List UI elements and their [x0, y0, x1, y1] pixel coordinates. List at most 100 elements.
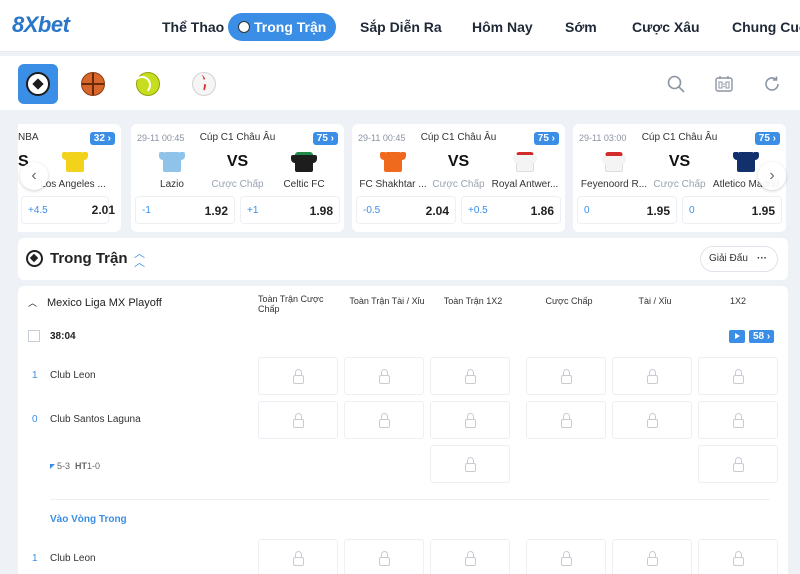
odds-button-home[interactable]: -0.5 2.04: [356, 196, 456, 224]
search-icon[interactable]: [666, 74, 686, 94]
tournament-filter-label: Giải Đấu: [709, 253, 748, 264]
match-card[interactable]: 29-11 00:45 Cúp C1 Châu Âu 75 › VS Lazio…: [131, 124, 344, 232]
collapse-chevron-icon[interactable]: ︿ ︿: [134, 249, 145, 269]
subsection-title: Vào Vòng Trong: [50, 514, 127, 525]
refresh-icon[interactable]: [762, 74, 782, 94]
team-kit-icon: [733, 152, 759, 172]
carousel-prev-button[interactable]: ‹: [20, 162, 48, 190]
nav-trong-tran[interactable]: Trong Trận: [228, 13, 337, 41]
nav-chung-cuoc[interactable]: Chung Cuộc: [732, 13, 800, 41]
card-away-team: Celtic FC: [283, 179, 325, 190]
scoreboard-icon[interactable]: [714, 74, 734, 94]
lock-icon: [561, 551, 572, 566]
column-header: Cược Chấp: [545, 296, 593, 306]
lock-icon: [733, 551, 744, 566]
carousel-next-button[interactable]: ›: [758, 162, 786, 190]
card-market-count[interactable]: 75 ›: [754, 132, 780, 145]
locked-odds-cell: [258, 357, 338, 395]
odds-button-home[interactable]: 0 1.95: [577, 196, 677, 224]
column-header: Tài / Xỉu: [638, 296, 672, 306]
card-market-count[interactable]: 75 ›: [312, 132, 338, 145]
sport-soccer-button[interactable]: [18, 64, 58, 104]
lock-icon: [647, 369, 658, 384]
sport-basketball-button[interactable]: [73, 64, 113, 104]
locked-odds-cell: [612, 539, 692, 574]
lock-icon: [561, 413, 572, 428]
lock-icon: [733, 457, 744, 472]
column-header: 1X2: [729, 296, 746, 306]
lock-icon: [379, 551, 390, 566]
card-league: NBA: [18, 132, 39, 143]
nav-cuoc-xau[interactable]: Cược Xâu: [632, 13, 700, 41]
card-market-count[interactable]: 75 ›: [533, 132, 559, 145]
locked-odds-cell: [258, 539, 338, 574]
team-score: 1: [32, 370, 38, 381]
lock-icon: [733, 413, 744, 428]
live-section-header: Trong Trận ︿ ︿ Giải Đấu ···: [18, 238, 788, 280]
half-time-score: 1-0: [87, 461, 101, 471]
half-time-label: HT: [75, 461, 88, 471]
locked-odds-cell: [258, 401, 338, 439]
lock-icon: [293, 551, 304, 566]
lock-icon: [293, 369, 304, 384]
nav-hom-nay[interactable]: Hôm Nay: [472, 13, 533, 41]
lock-icon: [647, 413, 658, 428]
soccer-icon: [26, 72, 50, 96]
match-card[interactable]: 29-11 00:45 Cúp C1 Châu Âu 75 › VS FC Sh…: [352, 124, 565, 232]
locked-odds-cell: [526, 401, 606, 439]
odds-button-away[interactable]: +1 1.98: [240, 196, 340, 224]
favorite-checkbox[interactable]: [28, 330, 40, 342]
soccer-icon: [26, 250, 43, 267]
live-section-title: Trong Trận: [50, 250, 128, 267]
locked-odds-cell: [344, 401, 424, 439]
divider: [50, 499, 770, 500]
locked-odds-cell: [430, 401, 510, 439]
card-market-count[interactable]: 32 ›: [89, 132, 115, 145]
odds-price-slot: 2.01: [91, 203, 115, 217]
lock-icon: [379, 413, 390, 428]
live-stream-icon[interactable]: [729, 330, 745, 343]
live-odds-table: ︿ Mexico Liga MX Playoff Toàn Trận Cược C…: [18, 286, 788, 574]
logo[interactable]: 8Xbet: [12, 12, 70, 38]
top-navigation: 8Xbet Thể Thao Trong Trận Sắp Diễn Ra Hô…: [0, 0, 800, 52]
lock-icon: [465, 457, 476, 472]
team-score: 0: [32, 414, 38, 425]
locked-odds-cell: [344, 539, 424, 574]
locked-odds-cell: [526, 357, 606, 395]
match-card[interactable]: 29-11 03:00 Cúp C1 Châu Âu 75 › VS Feyen…: [573, 124, 786, 232]
lock-icon: [293, 413, 304, 428]
lock-icon: [561, 369, 572, 384]
odds-button-home[interactable]: -1 1.92: [135, 196, 235, 224]
logo-text-8x: 8X: [12, 12, 38, 37]
collapse-caret-icon[interactable]: ︿: [28, 296, 37, 309]
card-away-team: Royal Antwer...: [491, 179, 559, 190]
locked-odds-cell: [612, 401, 692, 439]
team-kit-icon: [291, 152, 317, 172]
market-count-badge[interactable]: 58 ›: [749, 330, 775, 343]
match-card-carousel: NBA 32 › S Los Angeles ... +4.5 2.01 29-…: [18, 124, 788, 232]
odds-button-away[interactable]: +0.5 1.86: [461, 196, 561, 224]
sport-baseball-button[interactable]: [184, 64, 224, 104]
tournament-filter-button[interactable]: Giải Đấu ···: [700, 246, 778, 272]
nav-som[interactable]: Sớm: [565, 13, 597, 41]
league-header[interactable]: ︿ Mexico Liga MX Playoff: [28, 296, 162, 309]
sport-tennis-button[interactable]: [128, 64, 168, 104]
locked-odds-cell: [698, 445, 778, 483]
odds-button-away[interactable]: 0 1.95: [682, 196, 782, 224]
corner-flag-icon: [50, 464, 55, 469]
team-kit-icon: [62, 152, 88, 172]
nav-sap-dien-ra[interactable]: Sắp Diễn Ra: [360, 13, 442, 41]
logo-text-bet: bet: [37, 12, 70, 37]
locked-odds-cell: [430, 357, 510, 395]
nav-trong-tran-label: Trong Trận: [254, 19, 327, 35]
column-header: Toàn Trận Cược Chấp: [258, 294, 324, 314]
lock-icon: [647, 551, 658, 566]
column-header: Toàn Trận Tài / Xỉu: [349, 296, 425, 306]
locked-odds-cell: [698, 357, 778, 395]
lock-icon: [465, 413, 476, 428]
tennis-icon: [133, 72, 160, 96]
lock-icon: [733, 369, 744, 384]
team-name: Club Santos Laguna: [50, 414, 141, 425]
column-header: Toàn Trận 1X2: [443, 296, 503, 306]
nav-the-thao[interactable]: Thể Thao: [162, 13, 224, 41]
